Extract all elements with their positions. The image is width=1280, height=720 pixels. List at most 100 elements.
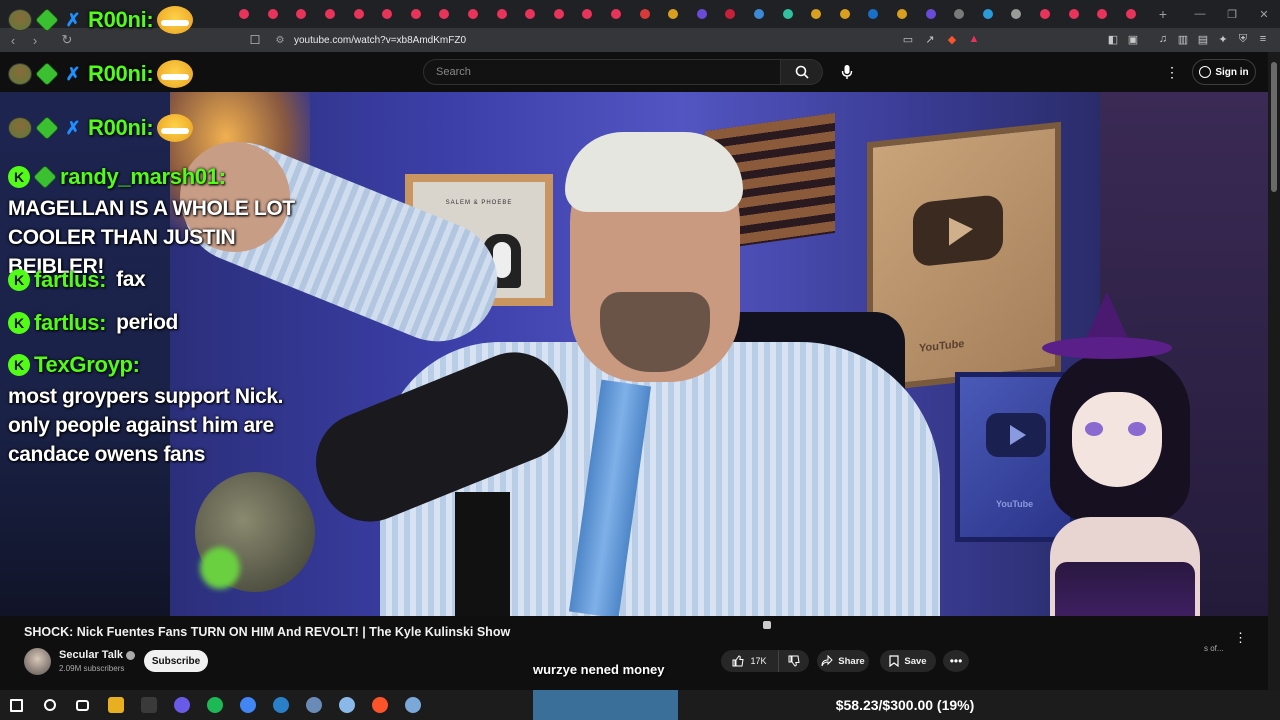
vpn-icon[interactable]: ⛨ [1235, 31, 1251, 47]
tab-favicon-icon [1097, 9, 1108, 19]
save-bookmark-icon [889, 655, 900, 667]
browser-tab[interactable] [1031, 0, 1060, 28]
browser-tab[interactable] [487, 0, 516, 28]
browser-tab[interactable] [773, 0, 802, 28]
browser-tab[interactable] [1059, 0, 1088, 28]
tab-favicon-icon [811, 9, 822, 19]
brave-rewards-icon[interactable]: ▲ [966, 31, 982, 47]
browser-tab[interactable] [973, 0, 1002, 28]
brave-icon[interactable] [363, 690, 396, 720]
address-bar[interactable]: ⚙ youtube.com/watch?v=xb8AmdKmFZ0 [270, 30, 990, 50]
app-icon[interactable] [330, 690, 363, 720]
brave-shield-icon[interactable]: ◆ [944, 31, 960, 47]
chat-message-text: period [116, 311, 178, 334]
thumbs-down-icon [788, 655, 800, 667]
cast-icon[interactable]: ▭ [900, 31, 916, 47]
browser-tab[interactable] [1116, 0, 1145, 28]
browser-tab[interactable] [373, 0, 402, 28]
new-tab-button[interactable]: + [1153, 6, 1173, 22]
browser-tab[interactable] [716, 0, 745, 28]
obs-icon[interactable] [132, 690, 165, 720]
chrome-icon[interactable] [231, 690, 264, 720]
browser-tab[interactable] [888, 0, 917, 28]
screen: + — ❐ ✕ ‹ › ↻ ☐ ⚙ youtube.com/watch?v=xb… [0, 0, 1280, 720]
leo-icon[interactable]: ✦ [1215, 31, 1231, 47]
channel-avatar[interactable] [24, 648, 51, 675]
tab-favicon-icon [553, 9, 564, 19]
more-actions-button[interactable]: ••• [943, 650, 969, 672]
video-title: SHOCK: Nick Fuentes Fans TURN ON HIM And… [24, 625, 511, 639]
browser-tab[interactable] [516, 0, 545, 28]
wallet-icon[interactable]: ▤ [1195, 31, 1211, 47]
menu-icon[interactable]: ≡ [1255, 31, 1271, 47]
browser-tab[interactable] [630, 0, 659, 28]
page-scrollbar[interactable] [1268, 52, 1280, 690]
sign-in-label: Sign in [1215, 66, 1249, 78]
browser-tab[interactable] [859, 0, 888, 28]
share-button[interactable]: Share [817, 650, 869, 672]
browser-tab[interactable] [573, 0, 602, 28]
vscode-icon[interactable] [396, 690, 429, 720]
pepe-badge-icon [8, 63, 32, 85]
chat-message: ✗ R00ni: [8, 60, 194, 88]
browser-tab[interactable] [945, 0, 974, 28]
extension-icon[interactable]: ▣ [1125, 31, 1141, 47]
browser-tab[interactable] [545, 0, 574, 28]
share-label: Share [838, 655, 865, 667]
caption-indicator-icon [763, 621, 771, 629]
window-controls: — ❐ ✕ [1184, 0, 1280, 28]
browser-tab[interactable] [459, 0, 488, 28]
share-page-icon[interactable]: ↗ [922, 31, 938, 47]
browser-tab[interactable] [688, 0, 717, 28]
search-input[interactable]: Search [423, 59, 781, 85]
browser-tab[interactable] [1088, 0, 1117, 28]
subscribe-button[interactable]: Subscribe [144, 650, 208, 672]
task-view-icon[interactable] [66, 690, 99, 720]
voice-search-button[interactable] [834, 59, 860, 85]
chat-message: K fartlus: period [8, 308, 178, 337]
browser-tab[interactable] [1002, 0, 1031, 28]
tab-favicon-icon [1039, 9, 1050, 19]
sign-in-button[interactable]: Sign in [1192, 59, 1256, 85]
close-window-button[interactable]: ✕ [1248, 0, 1280, 28]
browser-tab[interactable] [830, 0, 859, 28]
save-button[interactable]: Save [880, 650, 936, 672]
browser-tab[interactable] [430, 0, 459, 28]
search-button[interactable] [781, 59, 823, 85]
windows-start-icon[interactable] [0, 690, 33, 720]
chat-message: K fartlus: fax [8, 265, 146, 294]
browser-tab[interactable] [802, 0, 831, 28]
search-icon [795, 65, 809, 79]
steam-icon[interactable] [264, 690, 297, 720]
browser-tab[interactable] [659, 0, 688, 28]
like-button[interactable]: 17K [721, 650, 779, 672]
like-count: 17K [750, 656, 767, 666]
spotify-icon[interactable] [198, 690, 231, 720]
scrollbar-thumb[interactable] [1271, 62, 1277, 192]
tab-favicon-icon [582, 9, 593, 19]
browser-tab[interactable] [344, 0, 373, 28]
media-icon[interactable]: ♫ [1155, 31, 1171, 47]
app-icon[interactable] [297, 690, 330, 720]
channel-name-link[interactable]: Secular Talk [59, 649, 135, 661]
chat-username: fartlus: [34, 266, 107, 292]
extension-icon[interactable]: ◧ [1105, 31, 1121, 47]
tab-favicon-icon [639, 9, 650, 19]
browser-tab[interactable] [402, 0, 431, 28]
file-explorer-icon[interactable] [99, 690, 132, 720]
browser-tab[interactable] [916, 0, 945, 28]
discord-icon[interactable] [165, 690, 198, 720]
chat-username: R00ni: [88, 61, 154, 86]
browser-tab[interactable] [745, 0, 774, 28]
sidebar-icon[interactable]: ▥ [1175, 31, 1191, 47]
search-icon[interactable] [33, 690, 66, 720]
maximize-button[interactable]: ❐ [1216, 0, 1248, 28]
dislike-button[interactable] [779, 650, 809, 672]
pepe-badge-icon [8, 117, 32, 139]
extensions-bar: ◧ ▣ ♫ ▥ ▤ ✦ ⛨ ≡ [1105, 31, 1271, 47]
recommendation-menu-icon[interactable]: ⋮ [1234, 630, 1247, 646]
tab-favicon-icon [839, 9, 850, 19]
minimize-button[interactable]: — [1184, 0, 1216, 28]
settings-menu-icon[interactable]: ⋮ [1162, 61, 1182, 83]
browser-tab[interactable] [602, 0, 631, 28]
